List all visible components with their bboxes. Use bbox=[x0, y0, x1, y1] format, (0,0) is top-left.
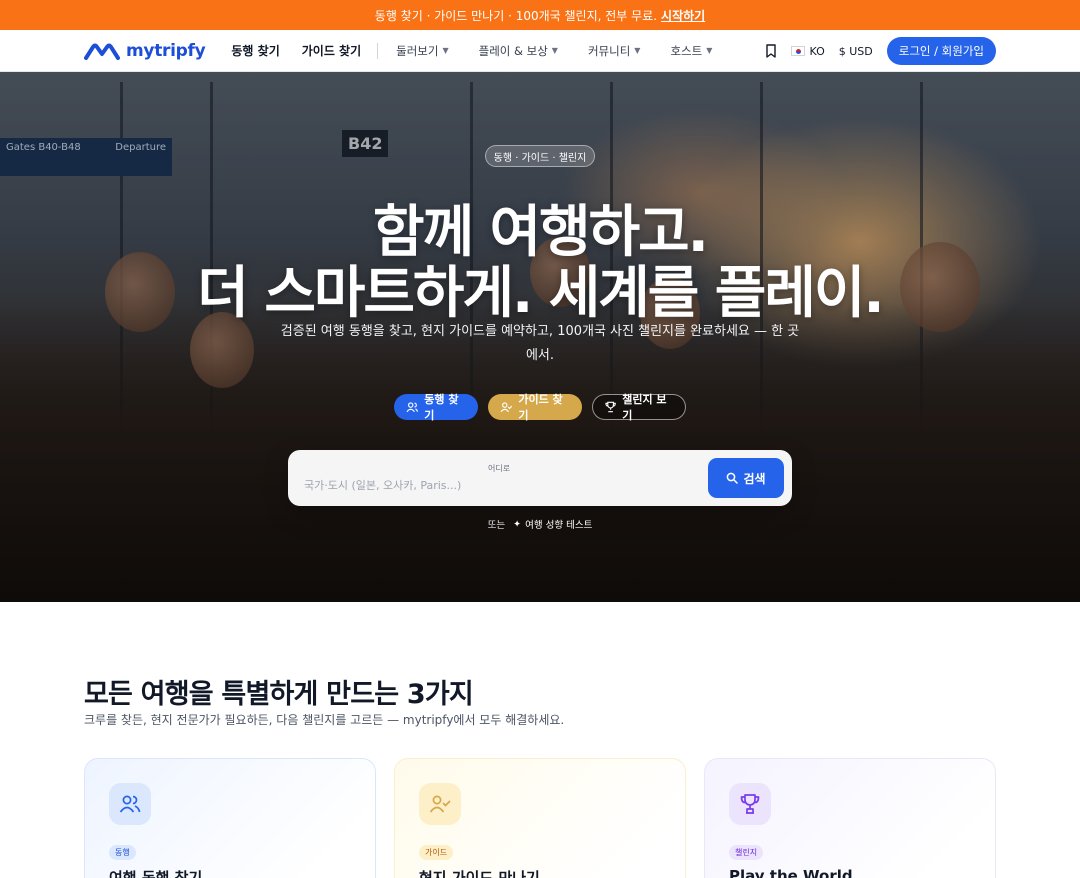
menu-host[interactable]: 호스트 ▼ bbox=[670, 43, 712, 59]
hero-title-line2: 더 스마트하게. 세계를 플레이. bbox=[197, 261, 884, 326]
users-icon bbox=[109, 783, 151, 825]
user-check-icon bbox=[500, 402, 513, 413]
card-tag: 동행 bbox=[109, 845, 136, 860]
chevron-down-icon: ▼ bbox=[442, 46, 449, 55]
card-tag: 챌린지 bbox=[729, 845, 764, 860]
chevron-down-icon: ▼ bbox=[551, 46, 558, 55]
login-signup-button[interactable]: 로그인 / 회원가입 bbox=[886, 37, 996, 65]
hero-section: Gates B40-B48 Departure B42 동행 · 가이드 · 챌린… bbox=[0, 72, 1080, 602]
card-title: 현지 가이드 만나기 bbox=[419, 869, 540, 878]
card-tag: 가이드 bbox=[419, 845, 454, 860]
card-title: Play the World bbox=[729, 867, 853, 878]
users-icon bbox=[406, 402, 418, 413]
nav-find-guide[interactable]: 가이드 찾기 bbox=[302, 42, 361, 59]
logo-icon bbox=[84, 43, 120, 60]
hero-subtitle: 검증된 여행 동행을 찾고, 현지 가이드를 예약하고, 100개국 사진 챌린… bbox=[280, 324, 800, 363]
promo-bar: 동행 찾기 · 가이드 만나기 · 100개국 챌린지, 전부 무료. 시작하기 bbox=[0, 0, 1080, 30]
menu-community[interactable]: 커뮤니티 ▼ bbox=[588, 43, 640, 59]
chevron-down-icon: ▼ bbox=[706, 46, 713, 55]
brand-name: mytripfy bbox=[126, 40, 206, 61]
alternate-action-row: 또는 ✦ 여행 성향 테스트 bbox=[0, 517, 1080, 532]
bookmark-icon[interactable] bbox=[765, 44, 777, 58]
trophy-icon bbox=[729, 783, 771, 825]
trophy-icon bbox=[605, 401, 616, 413]
destination-search-box: 어디로 검색 bbox=[288, 450, 792, 506]
features-title: 모든 여행을 특별하게 만드는 3가지 bbox=[84, 679, 474, 710]
travel-style-quiz-link[interactable]: ✦ 여행 성향 테스트 bbox=[513, 517, 592, 532]
search-button[interactable]: 검색 bbox=[708, 458, 784, 498]
chevron-down-icon: ▼ bbox=[634, 46, 641, 55]
logo[interactable]: mytripfy bbox=[84, 40, 206, 61]
promo-text: 동행 찾기 · 가이드 만나기 · 100개국 챌린지, 전부 무료. bbox=[374, 8, 658, 23]
sparkle-icon: ✦ bbox=[513, 518, 522, 530]
language-selector[interactable]: KO bbox=[791, 45, 825, 58]
find-companion-button[interactable]: 동행 찾기 bbox=[394, 393, 478, 422]
nav-divider bbox=[377, 42, 379, 59]
user-check-icon bbox=[419, 783, 461, 825]
feature-card-guide[interactable]: 가이드 현지 가이드 만나기 bbox=[394, 758, 686, 878]
nav-find-companion[interactable]: 동행 찾기 bbox=[231, 42, 279, 59]
currency-selector[interactable]: $ USD bbox=[839, 45, 873, 58]
search-icon bbox=[727, 472, 739, 484]
top-nav: mytripfy 동행 찾기 가이드 찾기 둘러보기 ▼ 플레이 & 보상 ▼ 커뮤… bbox=[0, 30, 1080, 72]
promo-start-link[interactable]: 시작하기 bbox=[661, 7, 705, 24]
feature-card-challenge[interactable]: 챌린지 Play the World bbox=[704, 758, 996, 878]
korea-flag-icon bbox=[791, 46, 806, 56]
menu-play-rewards[interactable]: 플레이 & 보상 ▼ bbox=[479, 43, 558, 59]
menu-explore[interactable]: 둘러보기 ▼ bbox=[396, 43, 448, 59]
search-label: 어디로 bbox=[488, 464, 511, 473]
find-guide-button[interactable]: 가이드 찾기 bbox=[488, 393, 582, 422]
view-challenges-button[interactable]: 챌린지 보기 bbox=[592, 393, 686, 422]
card-title: 여행 동행 찾기 bbox=[109, 869, 203, 878]
hero-badge: 동행 · 가이드 · 챌린지 bbox=[485, 145, 595, 167]
or-text: 또는 bbox=[487, 520, 506, 531]
hero-cta-group: 동행 찾기 가이드 찾기 챌린지 보기 bbox=[0, 393, 1080, 422]
features-subtitle: 크루를 찾든, 현지 전문가가 필요하든, 다음 챌린지를 고르든 — mytr… bbox=[84, 713, 565, 727]
feature-card-companion[interactable]: 동행 여행 동행 찾기 bbox=[84, 758, 376, 878]
destination-search-input[interactable] bbox=[304, 477, 684, 493]
